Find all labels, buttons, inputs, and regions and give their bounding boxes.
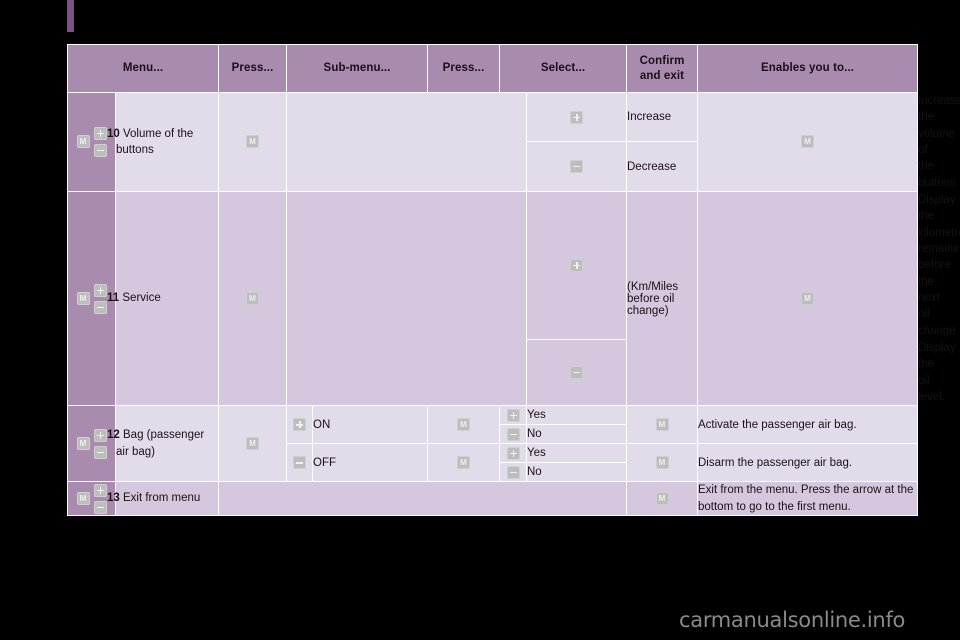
confirm-cell-11 xyxy=(697,190,918,407)
submenu-cell-13 xyxy=(218,481,627,516)
confirm-cell-10 xyxy=(697,92,918,192)
select-icon-12-on-no xyxy=(499,424,527,445)
menu-number-10: 10 xyxy=(107,127,120,140)
plus-button-icon[interactable] xyxy=(506,408,520,422)
select-icon-11-0 xyxy=(526,190,627,340)
select-icon-11-1 xyxy=(526,338,627,407)
m-button-icon[interactable] xyxy=(76,492,90,506)
select-label-12-off-yes: Yes xyxy=(526,443,627,464)
plus-button-icon[interactable] xyxy=(93,428,107,442)
select-label-11: (Km/Miles before oil change) xyxy=(626,190,698,407)
minus-button-icon[interactable] xyxy=(93,445,107,459)
m-button-icon[interactable] xyxy=(457,418,470,431)
header-confirm-line2: and exit xyxy=(639,69,685,82)
submenu-label-on: ON xyxy=(312,405,428,445)
select-label-12-on-no: No xyxy=(526,424,627,445)
submenu-cell-10 xyxy=(286,92,527,192)
m-button-icon[interactable] xyxy=(801,135,814,149)
select-icon-12-off-no xyxy=(499,462,527,483)
menu-number-12: 12 xyxy=(107,429,120,442)
minus-button-icon[interactable] xyxy=(570,365,583,379)
m-button-icon[interactable] xyxy=(76,292,90,306)
table-row: 11 Service (Km/Miles before oil change) … xyxy=(67,190,960,407)
press-cell-10 xyxy=(218,92,287,192)
select-label-12-on-yes: Yes xyxy=(526,405,627,426)
enables-cell-13: Exit from the menu. Press the arrow at t… xyxy=(697,481,918,516)
plus-button-icon[interactable] xyxy=(570,110,583,124)
menu-icon-cell-12 xyxy=(67,405,116,483)
menu-label-10: 10 Volume of the buttons xyxy=(107,92,219,192)
minus-button-icon[interactable] xyxy=(93,143,107,157)
enables-cell-12-off: Disarm the passenger air bag. xyxy=(697,443,918,483)
m-button-icon[interactable] xyxy=(246,437,259,450)
menu-text-11: Service xyxy=(122,292,161,305)
plus-button-icon[interactable] xyxy=(570,258,583,272)
menu-icon-cell-10 xyxy=(67,92,116,192)
press-cell-12-off xyxy=(427,443,500,483)
select-icon-10-1 xyxy=(526,141,627,192)
watermark: carmanualsonline.info xyxy=(679,608,906,632)
menu-text-13: Exit from menu xyxy=(123,492,201,505)
submenu-label-off: OFF xyxy=(312,443,428,483)
submenu-cell-11 xyxy=(286,190,527,407)
menu-text-10: Volume of the buttons xyxy=(116,127,194,156)
plus-button-icon[interactable] xyxy=(506,446,520,460)
menu-number-11: 11 xyxy=(107,292,120,305)
select-label-10-1: Decrease xyxy=(626,141,698,192)
table-row: 12 Bag (passenger air bag) ON Yes Activa… xyxy=(67,405,918,483)
minus-button-icon[interactable] xyxy=(570,159,583,173)
plus-button-icon[interactable] xyxy=(93,483,107,497)
m-button-icon[interactable] xyxy=(76,135,90,149)
table-row: 10 Volume of the buttons Increase Increa… xyxy=(67,91,960,192)
header-menu: Menu... xyxy=(67,44,219,93)
enables-cell-12-on: Activate the passenger air bag. xyxy=(697,405,918,445)
plus-button-icon[interactable] xyxy=(293,418,306,431)
confirm-cell-12-off xyxy=(626,443,698,483)
menu-label-11: 11 Service xyxy=(107,190,219,407)
minus-button-icon[interactable] xyxy=(93,500,107,514)
menu-label-13: 13 Exit from menu xyxy=(107,481,219,516)
select-icon-12-on-yes xyxy=(499,405,527,426)
m-button-icon[interactable] xyxy=(246,135,259,149)
menu-label-12: 12 Bag (passenger air bag) xyxy=(107,405,219,483)
m-button-icon[interactable] xyxy=(801,291,814,305)
minus-button-icon[interactable] xyxy=(506,427,520,441)
menu-text-12: Bag (passenger air bag) xyxy=(116,429,205,458)
submenu-icon-12-off xyxy=(286,443,313,483)
confirm-cell-13 xyxy=(626,481,698,516)
press-cell-12 xyxy=(218,405,287,483)
header-press-2: Press... xyxy=(427,44,500,93)
select-icon-12-off-yes xyxy=(499,443,527,464)
header-confirm-line1: Confirm xyxy=(639,55,685,68)
m-button-icon[interactable] xyxy=(457,456,470,469)
table-row: 13 Exit from menu Exit from the menu. Pr… xyxy=(67,481,918,516)
select-label-12-off-no: No xyxy=(526,462,627,483)
m-button-icon[interactable] xyxy=(655,418,669,431)
select-label-10-0: Increase xyxy=(626,91,698,143)
page-edge-tab xyxy=(67,0,74,32)
press-cell-12-on xyxy=(427,405,500,445)
menu-number-13: 13 xyxy=(107,492,120,505)
header-confirm-and-exit: Confirm and exit xyxy=(626,44,698,93)
header-press-1: Press... xyxy=(218,44,287,93)
header-sub-menu: Sub-menu... xyxy=(286,44,428,93)
m-button-icon[interactable] xyxy=(76,437,90,451)
plus-button-icon[interactable] xyxy=(93,126,107,140)
header-enables-you-to: Enables you to... xyxy=(697,44,918,93)
m-button-icon[interactable] xyxy=(655,456,669,469)
press-cell-11 xyxy=(218,190,287,407)
m-button-icon[interactable] xyxy=(246,291,259,305)
select-icon-10-0 xyxy=(526,91,627,143)
m-button-icon[interactable] xyxy=(655,491,669,505)
table-header-row: Menu... Press... Sub-menu... Press... Se… xyxy=(67,44,918,93)
menu-reference-table: Menu... Press... Sub-menu... Press... Se… xyxy=(67,44,960,516)
plus-button-icon[interactable] xyxy=(93,283,107,297)
confirm-cell-12-on xyxy=(626,405,698,445)
minus-button-icon[interactable] xyxy=(506,465,520,479)
minus-button-icon[interactable] xyxy=(293,456,306,469)
submenu-icon-12-on xyxy=(286,405,313,445)
minus-button-icon[interactable] xyxy=(93,300,107,314)
header-select: Select... xyxy=(499,44,627,93)
